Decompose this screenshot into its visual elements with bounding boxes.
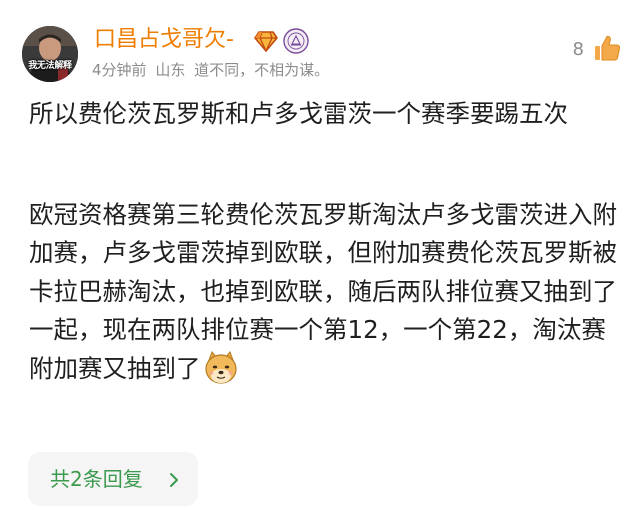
- comment-location: 山东: [155, 61, 186, 79]
- comment-time: 4分钟前: [92, 61, 147, 79]
- like-count: 8: [572, 39, 584, 60]
- comment-paragraph-text: 欧冠资格赛第三轮费伦茨瓦罗斯淘汰卢多戈雷茨进入附加赛，卢多戈雷茨掉到欧联，但附加…: [29, 199, 617, 383]
- comment-body: 所以费伦茨瓦罗斯和卢多戈雷茨一个赛季要踢五次 欧冠资格赛第三轮费伦茨瓦罗斯淘汰卢…: [29, 95, 629, 388]
- replies-label: 共2条回复: [50, 467, 143, 491]
- university-seal-icon[interactable]: [283, 28, 309, 54]
- comment-card: 我无法解释 口昌占戈哥欠- 4分钟前 山东 道不同，不相为谋。 8 所以费伦茨瓦…: [0, 0, 644, 526]
- comment-paragraph: 欧冠资格赛第三轮费伦茨瓦罗斯淘汰卢多戈雷茨进入附加赛，卢多戈雷茨掉到欧联，但附加…: [29, 196, 629, 389]
- view-replies-button[interactable]: 共2条回复: [28, 452, 198, 506]
- diamond-badge-icon[interactable]: [254, 30, 278, 52]
- avatar-photo-icon: [22, 26, 78, 82]
- doge-emoji-icon: [204, 350, 237, 384]
- avatar-caption: 我无法解释: [28, 61, 72, 71]
- chevron-right-icon: [170, 473, 178, 487]
- username[interactable]: 口昌占戈哥欠-: [94, 26, 234, 54]
- user-signature: 道不同，不相为谋。: [194, 61, 330, 79]
- comment-paragraph: 所以费伦茨瓦罗斯和卢多戈雷茨一个赛季要踢五次: [29, 99, 568, 128]
- comment-meta: 4分钟前 山东 道不同，不相为谋。: [92, 58, 333, 82]
- thumbs-up-icon[interactable]: [592, 33, 622, 63]
- avatar[interactable]: 我无法解释: [22, 26, 78, 82]
